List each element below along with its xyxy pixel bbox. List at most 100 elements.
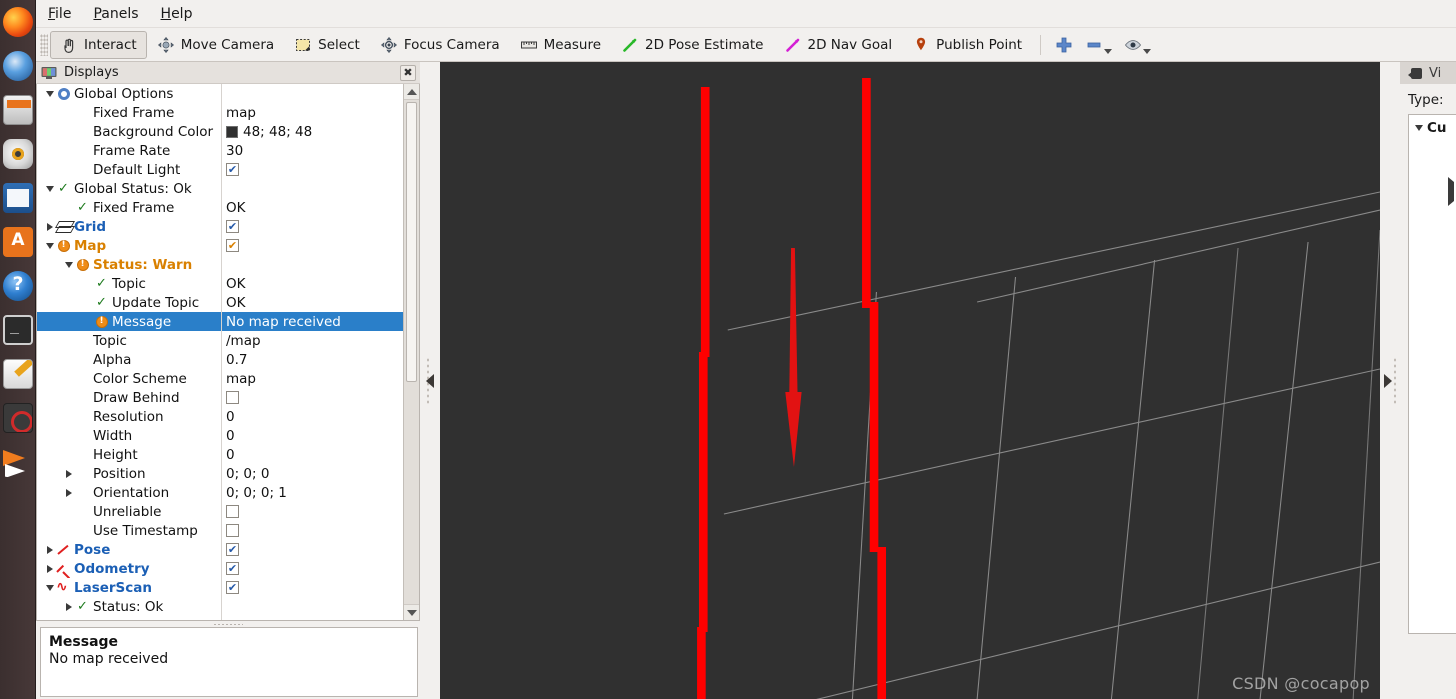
tree-row[interactable]: Grid ✔ [37, 217, 403, 236]
toolbar-grip[interactable] [40, 33, 48, 56]
launcher-item-firefox[interactable] [0, 0, 36, 44]
tree-row[interactable]: Orientation 0; 0; 0; 1 [37, 483, 403, 502]
tree-row-value[interactable]: 0; 0; 0 [221, 466, 403, 482]
tool-2d-nav-goal[interactable]: 2D Nav Goal [774, 31, 903, 59]
menu-file[interactable]: File [48, 6, 71, 22]
checkbox[interactable]: ✔ [226, 562, 239, 575]
menu-help[interactable]: Help [161, 6, 193, 22]
tree-row[interactable]: Odometry ✔ [37, 559, 403, 578]
visibility-button[interactable] [1118, 36, 1157, 54]
scroll-down-button[interactable] [404, 604, 419, 620]
chevron-down-icon[interactable] [43, 185, 56, 192]
collapse-right-icon[interactable] [1384, 373, 1392, 388]
views-current-row[interactable]: Cu [1409, 118, 1456, 137]
tree-row[interactable]: Topic/map [37, 331, 403, 350]
tree-row[interactable]: ✓ Topic OK [37, 274, 403, 293]
tree-row[interactable]: ✓ Status: Ok [37, 597, 403, 616]
tree-row-value[interactable]: ✔ [221, 543, 403, 556]
tree-row[interactable]: Position 0; 0; 0 [37, 464, 403, 483]
menu-panels[interactable]: Panels [93, 6, 138, 22]
scrollbar-thumb[interactable] [406, 102, 417, 382]
tree-row[interactable]: ! Status: Warn [37, 255, 403, 274]
launcher-item-text-editor[interactable] [0, 352, 36, 396]
launcher-item-help[interactable] [0, 264, 36, 308]
tree-row-value[interactable]: 0.7 [221, 352, 403, 368]
launcher-item-impress[interactable] [0, 176, 36, 220]
displays-scrollbar[interactable] [403, 84, 419, 620]
tree-row-value[interactable]: OK [221, 295, 403, 311]
checkbox[interactable]: ✔ [226, 220, 239, 233]
chevron-right-icon[interactable] [62, 602, 75, 611]
tree-row[interactable]: Width 0 [37, 426, 403, 445]
tree-row[interactable]: Alpha 0.7 [37, 350, 403, 369]
tree-row-value[interactable]: map [221, 105, 403, 121]
views-expand-caret[interactable] [1446, 177, 1456, 222]
tree-row-value[interactable]: 30 [221, 143, 403, 159]
tool-move-camera[interactable]: Move Camera [147, 31, 284, 59]
checkbox[interactable]: ✔ [226, 239, 239, 252]
left-splitter[interactable] [420, 62, 440, 699]
chevron-right-icon[interactable] [43, 564, 56, 573]
tool-select[interactable]: Select [284, 31, 370, 59]
chevron-down-icon[interactable] [43, 90, 56, 97]
tree-row[interactable]: ! Map ✔ [37, 236, 403, 255]
tree-row-value[interactable] [221, 391, 403, 404]
tree-row[interactable]: Height 0 [37, 445, 403, 464]
tree-row-value[interactable]: 0; 0; 0; 1 [221, 485, 403, 501]
right-splitter[interactable] [1380, 62, 1400, 699]
tree-row-value[interactable]: 0 [221, 428, 403, 444]
tree-row-value[interactable]: map [221, 371, 403, 387]
checkbox[interactable] [226, 505, 239, 518]
launcher-item-thunderbird[interactable] [0, 44, 36, 88]
chevron-down-icon[interactable] [43, 584, 56, 591]
tool-measure[interactable]: Measure [510, 31, 611, 59]
tool-focus-camera[interactable]: Focus Camera [370, 31, 510, 59]
tree-row[interactable]: Default Light ✔ [37, 160, 403, 179]
checkbox[interactable]: ✔ [226, 581, 239, 594]
tree-row[interactable]: Use Timestamp [37, 521, 403, 540]
tree-row-value[interactable]: OK [221, 200, 403, 216]
tree-row-value[interactable]: 0 [221, 447, 403, 463]
remove-display-button[interactable] [1079, 36, 1118, 54]
tree-row[interactable]: ! Message No map received [37, 312, 403, 331]
add-display-button[interactable] [1049, 36, 1079, 54]
scroll-up-button[interactable] [404, 84, 419, 100]
tool-2d-pose-estimate[interactable]: 2D Pose Estimate [611, 31, 773, 59]
tree-row[interactable]: Resolution 0 [37, 407, 403, 426]
tree-row[interactable]: ✓ Update Topic OK [37, 293, 403, 312]
tree-row[interactable]: ∿ LaserScan ✔ [37, 578, 403, 597]
tree-row[interactable]: Global Options [37, 84, 403, 103]
tree-row[interactable]: Color Scheme map [37, 369, 403, 388]
checkbox[interactable] [226, 391, 239, 404]
tree-row-value[interactable]: 48; 48; 48 [221, 124, 403, 140]
launcher-item-workspace[interactable] [0, 440, 36, 484]
tree-row[interactable]: ✓ Fixed Frame OK [37, 198, 403, 217]
tree-row[interactable]: Draw Behind [37, 388, 403, 407]
tree-row-value[interactable] [221, 524, 403, 537]
launcher-item-rhythmbox[interactable] [0, 132, 36, 176]
tree-row[interactable]: Background Color 48; 48; 48 [37, 122, 403, 141]
tree-row-value[interactable] [221, 505, 403, 518]
chevron-right-icon[interactable] [43, 545, 56, 554]
launcher-item-software[interactable] [0, 220, 36, 264]
render-viewport[interactable]: CSDN @cocapop [440, 62, 1380, 699]
checkbox[interactable]: ✔ [226, 163, 239, 176]
launcher-item-terminal[interactable] [0, 308, 36, 352]
displays-tree[interactable]: Global Options Fixed Frame map Background C… [37, 84, 403, 620]
checkbox[interactable]: ✔ [226, 543, 239, 556]
tool-publish-point[interactable]: Publish Point [902, 31, 1032, 59]
tree-row-value[interactable]: ✔ [221, 163, 403, 176]
checkbox[interactable] [226, 524, 239, 537]
tree-row-value[interactable]: 0 [221, 409, 403, 425]
chevron-right-icon[interactable] [62, 488, 75, 497]
chevron-down-icon[interactable] [1415, 124, 1423, 131]
tree-row-value[interactable]: No map received [221, 314, 403, 330]
tree-row-value[interactable]: /map [221, 333, 403, 349]
launcher-item-files[interactable] [0, 88, 36, 132]
tree-row-value[interactable]: ✔ [221, 239, 403, 252]
tree-row-value[interactable]: ✔ [221, 220, 403, 233]
chevron-right-icon[interactable] [43, 222, 56, 231]
tree-row-value[interactable]: OK [221, 276, 403, 292]
tree-row[interactable]: Unreliable [37, 502, 403, 521]
color-swatch[interactable] [226, 125, 238, 138]
